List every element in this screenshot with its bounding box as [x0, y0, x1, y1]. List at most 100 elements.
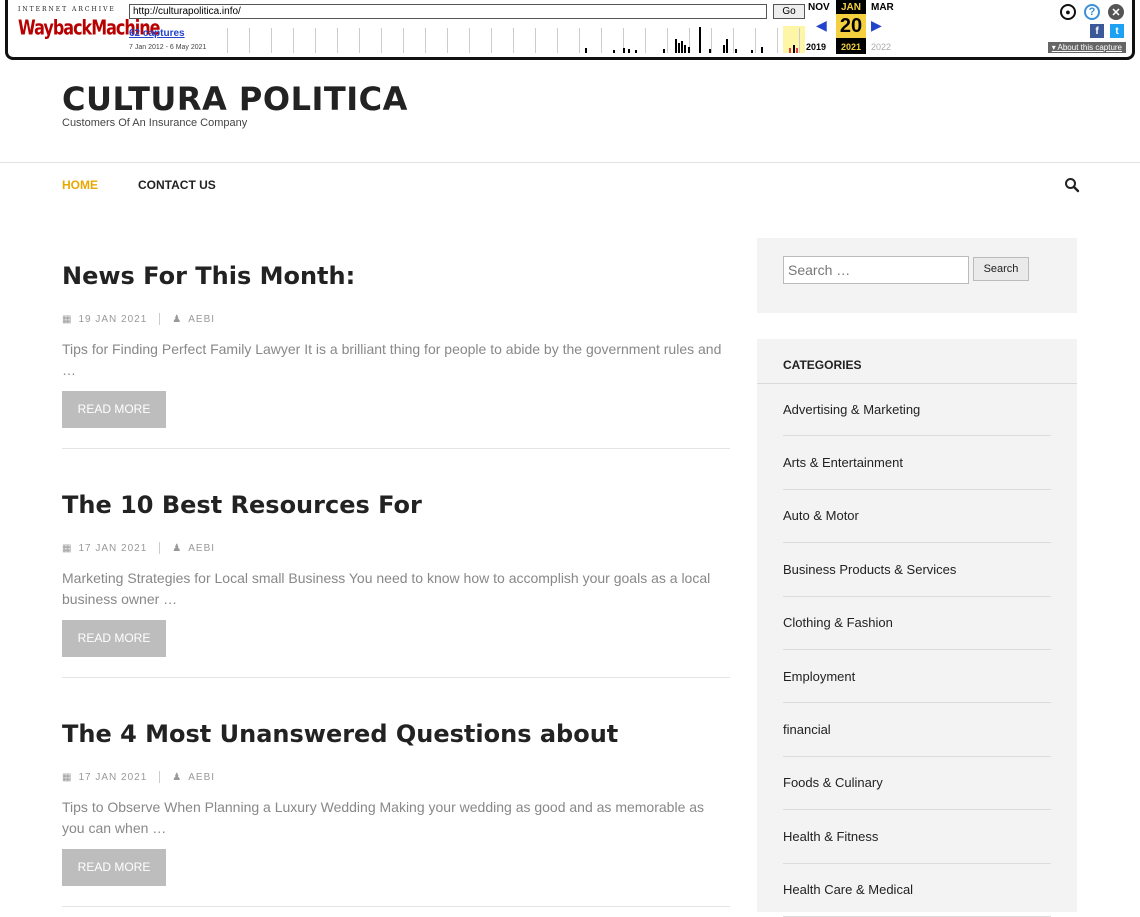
sparkline-tick [315, 28, 316, 53]
wayback-prev-month[interactable]: NOV [808, 2, 830, 13]
twitter-icon[interactable]: t [1110, 24, 1124, 38]
wayback-prev-arrow-icon[interactable]: ◀ [816, 18, 827, 32]
sparkline-bar [793, 45, 795, 53]
wayback-date-range: 7 Jan 2012 - 6 May 2021 [129, 44, 207, 51]
post-divider [62, 677, 730, 678]
sparkline-tick [557, 28, 558, 53]
post-title[interactable]: The 10 Best Resources For [62, 491, 730, 519]
sparkline-tick [425, 28, 426, 53]
category-item[interactable]: Foods & Culinary [783, 757, 1051, 811]
post-excerpt: Tips for Finding Perfect Family Lawyer I… [62, 341, 722, 378]
user-icon[interactable]: ● [1060, 4, 1076, 20]
search-input[interactable]: Search … [783, 256, 969, 284]
sparkline-bar [723, 45, 725, 53]
category-item[interactable]: Health & Fitness [783, 810, 1051, 864]
sparkline-tick [249, 28, 250, 53]
post-meta: ▦ 17 JAN 2021 ♟ AEBI [62, 771, 730, 783]
close-icon[interactable]: ✕ [1108, 4, 1124, 20]
category-item[interactable]: Business Products & Services [783, 543, 1051, 597]
facebook-icon[interactable]: f [1090, 24, 1104, 38]
wayback-toolbar: INTERNET ARCHIVE WaybackMachine http://c… [5, 0, 1135, 60]
sparkline-tick [337, 28, 338, 53]
sidebar-categories-widget: CATEGORIES Advertising & Marketing Arts &… [757, 339, 1077, 917]
sparkline-tick [601, 28, 602, 53]
wayback-captures-link[interactable]: 62 captures [129, 28, 185, 39]
category-item[interactable]: Health Care & Medical [783, 864, 1051, 917]
wayback-sparkline[interactable] [223, 24, 805, 53]
sparkline-bar [789, 48, 791, 53]
wayback-current-day: 20 [836, 14, 866, 38]
post-divider [62, 906, 730, 907]
wayback-next-month[interactable]: MAR [871, 2, 894, 13]
sparkline-tick [777, 28, 778, 53]
wayback-current-month: JAN [840, 2, 861, 13]
wayback-next-year[interactable]: 2022 [871, 42, 891, 52]
sparkline-tick [755, 28, 756, 53]
categories-list: Advertising & Marketing Arts & Entertainm… [783, 383, 1051, 917]
wayback-social: f t [1090, 24, 1124, 38]
category-item[interactable]: Clothing & Fashion [783, 597, 1051, 650]
sparkline-tick [469, 28, 470, 53]
post-author[interactable]: AEBI [188, 772, 215, 783]
sidebar-search-widget: Search … Search [757, 238, 1077, 313]
search-icon[interactable] [1064, 177, 1080, 193]
wayback-logo[interactable]: INTERNET ARCHIVE WaybackMachine [18, 6, 161, 46]
author-icon: ♟ [172, 542, 183, 554]
sparkline-bar [726, 39, 728, 53]
help-icon[interactable]: ? [1084, 4, 1100, 20]
post-excerpt: Marketing Strategies for Local small Bus… [62, 570, 711, 607]
about-capture-label: About this capture [1057, 43, 1122, 52]
read-more-button[interactable]: READ MORE [62, 391, 166, 428]
post-divider [62, 448, 730, 449]
sparkline-bar [678, 43, 680, 53]
wayback-next-arrow-icon[interactable]: ▶ [871, 18, 882, 32]
post-title[interactable]: News For This Month: [62, 262, 730, 290]
post-1: News For This Month: ▦ 19 JAN 2021 ♟ AEB… [62, 262, 730, 428]
sparkline-bar [688, 47, 690, 53]
sparkline-tick [491, 28, 492, 53]
sparkline-bar [751, 50, 753, 53]
site-title[interactable]: CULTURA POLITICA [62, 80, 408, 118]
header-divider [0, 162, 1140, 163]
wayback-prev-year[interactable]: 2019 [806, 42, 826, 52]
about-capture-link[interactable]: ▾ About this capture [1047, 42, 1126, 53]
post-meta: ▦ 17 JAN 2021 ♟ AEBI [62, 542, 730, 554]
sparkline-bar [699, 27, 701, 53]
post-author[interactable]: AEBI [188, 314, 215, 325]
wayback-url-input[interactable]: http://culturapolitica.info/ [129, 4, 767, 19]
category-item[interactable]: Arts & Entertainment [783, 436, 1051, 490]
search-button[interactable]: Search [973, 257, 1029, 281]
sparkline-tick [381, 28, 382, 53]
sparkline-bar [681, 41, 683, 53]
post-title[interactable]: The 4 Most Unanswered Questions about [62, 720, 730, 748]
category-item[interactable]: Employment [783, 650, 1051, 704]
sparkline-tick [799, 28, 800, 53]
nav-home[interactable]: HOME [62, 178, 98, 192]
post-author[interactable]: AEBI [188, 543, 215, 554]
post-date[interactable]: 17 JAN 2021 [78, 772, 147, 783]
sparkline-bar [628, 49, 630, 53]
post-date[interactable]: 19 JAN 2021 [78, 314, 147, 325]
category-item[interactable]: Advertising & Marketing [783, 383, 1051, 437]
calendar-icon: ▦ [62, 313, 73, 325]
category-item[interactable]: financial [783, 703, 1051, 757]
sparkline-tick [711, 28, 712, 53]
read-more-button[interactable]: READ MORE [62, 849, 166, 886]
read-more-button[interactable]: READ MORE [62, 620, 166, 657]
sparkline-tick [271, 28, 272, 53]
post-date[interactable]: 17 JAN 2021 [78, 543, 147, 554]
category-item[interactable]: Auto & Motor [783, 490, 1051, 544]
sparkline-tick [667, 28, 668, 53]
wayback-go-button[interactable]: Go [773, 4, 805, 19]
calendar-icon: ▦ [62, 771, 73, 783]
sparkline-bar [635, 50, 637, 53]
nav-contact-us[interactable]: CONTACT US [138, 178, 216, 192]
sparkline-tick [359, 28, 360, 53]
post-excerpt: Tips to Observe When Planning a Luxury W… [62, 799, 705, 836]
sparkline-tick [403, 28, 404, 53]
sparkline-tick [227, 28, 228, 53]
sparkline-tick [645, 28, 646, 53]
sparkline-tick [447, 28, 448, 53]
sparkline-bar [709, 49, 711, 53]
sparkline-bar [735, 49, 737, 53]
